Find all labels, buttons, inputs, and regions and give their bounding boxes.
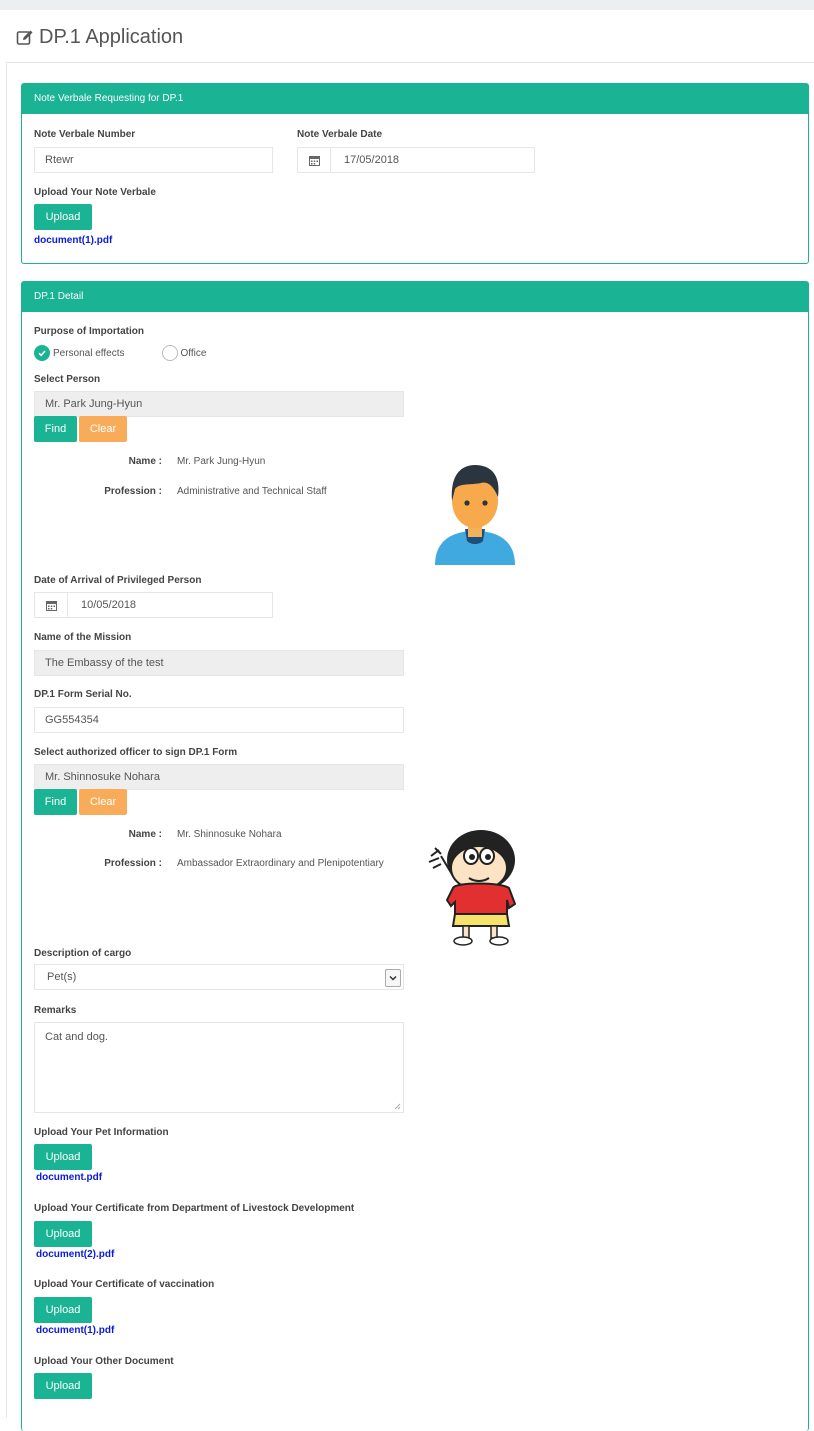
arrival-date-value: 10/05/2018 <box>81 599 137 611</box>
radio-personal-effects-label: Personal effects <box>53 347 125 359</box>
person-name-value: Mr. Park Jung-Hyun <box>177 456 266 467</box>
note-verbale-panel: Note Verbale Requesting for DP.1 <box>21 83 809 264</box>
purpose-label: Purpose of Importation <box>34 326 144 337</box>
calendar-icon[interactable] <box>35 593 68 617</box>
cargo-label: Description of cargo <box>34 948 132 959</box>
chevron-down-icon[interactable] <box>385 969 401 987</box>
content-border <box>6 62 7 1418</box>
radio-personal-effects[interactable] <box>34 345 50 361</box>
remarks-label: Remarks <box>34 1005 77 1016</box>
pet-info-file-link[interactable]: document.pdf <box>36 1172 102 1183</box>
officer-avatar <box>428 830 517 946</box>
officer-profession-value: Ambassador Extraordinary and Plenipotent… <box>177 858 384 869</box>
other-document-upload-button[interactable]: Upload <box>34 1373 92 1399</box>
remarks-textarea[interactable]: Cat and dog. <box>34 1022 404 1113</box>
cargo-selected-value: Pet(s) <box>47 971 77 983</box>
select-person-label: Select Person <box>34 374 101 385</box>
find-person-button[interactable]: Find <box>34 416 77 442</box>
officer-input[interactable]: Mr. Shinnosuke Nohara <box>34 764 404 790</box>
purpose-radio-group: Personal effects Office <box>34 345 206 361</box>
page-title-text: DP.1 Application <box>39 26 184 48</box>
officer-label: Select authorized officer to sign DP.1 F… <box>34 747 238 758</box>
person-profession-value: Administrative and Technical Staff <box>177 486 327 497</box>
find-officer-button[interactable]: Find <box>34 789 77 815</box>
person-name-key: Name : <box>128 456 162 467</box>
pet-info-upload-button[interactable]: Upload <box>34 1144 92 1170</box>
mission-label: Name of the Mission <box>34 632 132 643</box>
cargo-select[interactable]: Pet(s) <box>34 964 404 990</box>
arrival-date-input[interactable]: 10/05/2018 <box>34 592 273 618</box>
officer-profession-key: Profession : <box>104 858 162 869</box>
serial-input[interactable]: GG554354 <box>34 707 404 733</box>
vaccination-cert-upload-label: Upload Your Certificate of vaccination <box>34 1279 215 1290</box>
pet-info-upload-label: Upload Your Pet Information <box>34 1127 169 1138</box>
page-title: DP.1 Application <box>16 26 183 49</box>
calendar-icon[interactable] <box>298 148 331 172</box>
mission-input[interactable]: The Embassy of the test <box>34 650 404 676</box>
note-verbale-date-value: 17/05/2018 <box>344 154 400 166</box>
arrival-date-label: Date of Arrival of Privileged Person <box>34 575 202 586</box>
edit-icon <box>16 30 33 45</box>
livestock-cert-upload-button[interactable]: Upload <box>34 1221 92 1247</box>
remarks-value: Cat and dog. <box>45 1031 108 1043</box>
note-verbale-date-input[interactable]: 17/05/2018 <box>297 147 535 173</box>
person-profession-key: Profession : <box>104 486 162 497</box>
radio-office-label: Office <box>180 347 207 359</box>
note-verbale-number-input[interactable]: Rtewr <box>34 147 273 173</box>
note-verbale-upload-button[interactable]: Upload <box>34 204 92 230</box>
person-avatar <box>435 465 515 565</box>
resize-grip-icon[interactable] <box>394 1103 401 1110</box>
vaccination-cert-upload-button[interactable]: Upload <box>34 1297 92 1323</box>
officer-name-key: Name : <box>128 829 162 840</box>
note-verbale-number-label: Note Verbale Number <box>34 129 136 140</box>
note-verbale-date-label: Note Verbale Date <box>297 129 383 140</box>
serial-label: DP.1 Form Serial No. <box>34 689 132 700</box>
livestock-cert-file-link[interactable]: document(2).pdf <box>36 1249 114 1260</box>
note-verbale-file-link[interactable]: document(1).pdf <box>34 235 112 246</box>
top-bar <box>0 0 814 10</box>
clear-person-button[interactable]: Clear <box>79 416 127 442</box>
livestock-cert-upload-label: Upload Your Certificate from Department … <box>34 1203 355 1214</box>
check-icon <box>38 350 46 357</box>
dp1-detail-header: DP.1 Detail <box>22 282 808 312</box>
dp1-detail-panel: DP.1 Detail <box>21 281 809 1431</box>
note-verbale-header: Note Verbale Requesting for DP.1 <box>22 84 808 114</box>
clear-officer-button[interactable]: Clear <box>79 789 127 815</box>
person-input[interactable]: Mr. Park Jung-Hyun <box>34 391 404 417</box>
title-divider <box>6 62 814 63</box>
other-document-upload-label: Upload Your Other Document <box>34 1356 174 1367</box>
radio-office[interactable] <box>161 345 178 361</box>
officer-name-value: Mr. Shinnosuke Nohara <box>177 829 282 840</box>
note-verbale-upload-label: Upload Your Note Verbale <box>34 187 156 198</box>
vaccination-cert-file-link[interactable]: document(1).pdf <box>36 1325 114 1336</box>
